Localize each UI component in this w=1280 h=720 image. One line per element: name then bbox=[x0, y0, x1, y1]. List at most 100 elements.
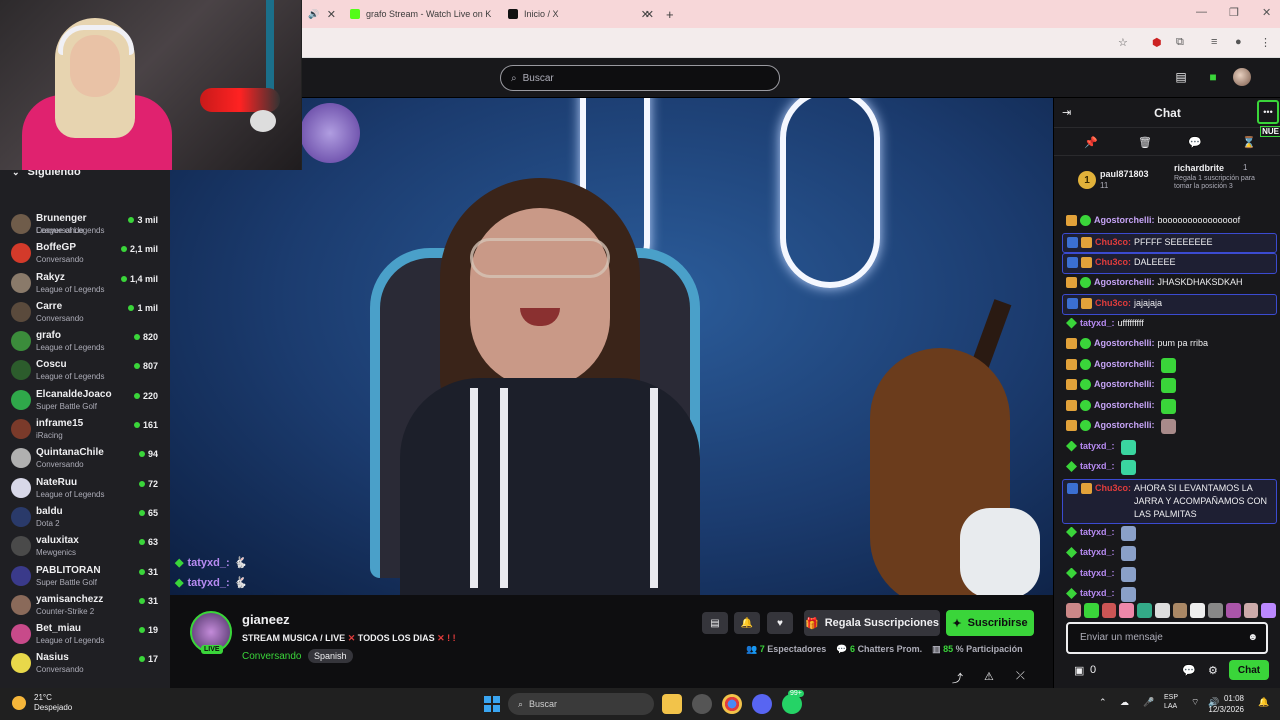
chat-username[interactable]: Chu3co: bbox=[1095, 236, 1131, 249]
whatsapp-icon[interactable] bbox=[782, 694, 802, 714]
leaderboard-user[interactable]: paul871803 bbox=[1100, 169, 1149, 179]
chat-username[interactable]: Agostorchelli: bbox=[1094, 214, 1155, 227]
sidebar-channel[interactable]: ElcanaldeJoaco Super Battle Golf 220 bbox=[0, 385, 170, 414]
new-tab-button[interactable]: + bbox=[666, 4, 674, 24]
chat-username[interactable]: Chu3co: bbox=[1095, 297, 1131, 310]
chat-bubble-icon[interactable]: 💬 bbox=[1188, 136, 1202, 149]
emote-icon[interactable] bbox=[1243, 603, 1259, 618]
chat-username[interactable]: Chu3co: bbox=[1095, 256, 1131, 269]
channel-name[interactable]: gianeez bbox=[242, 612, 290, 627]
sidebar-channel[interactable]: Coscu League of Legends 807 bbox=[0, 355, 170, 384]
chat-username[interactable]: tatyxd_: bbox=[1080, 526, 1115, 539]
video-player[interactable]: ◆ tatyxd_: 🐇 ◆ tatyxd_: 🐇 bbox=[170, 98, 1053, 595]
store-icon[interactable]: ▤ bbox=[1172, 68, 1190, 86]
onedrive-icon[interactable]: ☁ bbox=[1120, 697, 1129, 708]
emote-icon[interactable] bbox=[1261, 603, 1276, 618]
sidebar-channel[interactable]: QuintanaChile Conversando 94 bbox=[0, 443, 170, 472]
chat-more-button[interactable]: ••• bbox=[1257, 100, 1279, 124]
report-icon[interactable]: ⚠ bbox=[984, 670, 994, 683]
emote-icon[interactable] bbox=[1190, 603, 1205, 618]
pin-icon[interactable]: 📌 bbox=[1084, 136, 1098, 149]
share-icon[interactable]: ⤴ bbox=[952, 670, 963, 686]
gift-subs-button[interactable]: 🎁 Regala Suscripciones bbox=[804, 610, 940, 636]
language-indicator[interactable]: ESP LAA bbox=[1164, 693, 1178, 711]
tab-x[interactable]: Inicio / X ✕ bbox=[508, 4, 654, 24]
trash-icon[interactable]: 🗑 bbox=[1138, 136, 1152, 149]
wifi-icon[interactable]: ⌔ bbox=[1191, 697, 1199, 708]
points-icon[interactable]: ▣ bbox=[1074, 664, 1084, 677]
send-chat-button[interactable]: Chat bbox=[1229, 660, 1269, 680]
emote-icon[interactable] bbox=[1172, 603, 1188, 618]
media-icon[interactable]: ≡ bbox=[1211, 36, 1217, 48]
taskbar-search[interactable]: ⌕ Buscar bbox=[508, 693, 654, 715]
minimize-icon[interactable]: — bbox=[1196, 6, 1207, 18]
language-tag[interactable]: Spanish bbox=[308, 649, 353, 663]
chat-username[interactable]: Agostorchelli: bbox=[1094, 399, 1155, 412]
sidebar-channel[interactable]: Bet_miau League of Legends 19 bbox=[0, 619, 170, 648]
sidebar-channel[interactable]: NateRuu League of Legends 72 bbox=[0, 473, 170, 502]
sidebar-channel[interactable]: Rakyz League of Legends 1,4 mil bbox=[0, 268, 170, 297]
speaker-icon[interactable]: 🔊 bbox=[308, 9, 319, 20]
hourglass-icon[interactable]: ⌛ bbox=[1242, 136, 1256, 149]
sidebar-channel[interactable]: grafo League of Legends 820 bbox=[0, 326, 170, 355]
chevron-up-icon[interactable]: ⌃ bbox=[1099, 697, 1107, 708]
emote-icon[interactable] bbox=[1101, 603, 1117, 618]
sidebar-channel[interactable]: yamisanchezz Counter-Strike 2 31 bbox=[0, 590, 170, 619]
leaderboard-user-2[interactable]: richardbrite bbox=[1174, 163, 1224, 173]
puzzle-icon[interactable]: ⧉ bbox=[1176, 36, 1184, 49]
notification-button[interactable]: 🔔 bbox=[734, 612, 760, 634]
more-options-icon[interactable]: ⤫ bbox=[1016, 670, 1025, 683]
profile-icon[interactable]: ● bbox=[1235, 36, 1242, 48]
chat-username[interactable]: tatyxd_: bbox=[1080, 440, 1115, 453]
chat-username[interactable]: tatyxd_: bbox=[1080, 317, 1115, 330]
user-avatar[interactable] bbox=[1233, 68, 1251, 86]
sidebar-channel[interactable]: PABLITORAN Super Battle Golf 31 bbox=[0, 561, 170, 590]
chat-input[interactable]: Enviar un mensaje ☻ bbox=[1066, 622, 1268, 654]
extension-icon[interactable]: ⬢ bbox=[1152, 36, 1162, 49]
sidebar-channel[interactable]: Nasius Conversando 17 bbox=[0, 648, 170, 677]
chat-username[interactable]: Agostorchelli: bbox=[1094, 378, 1155, 391]
kick-logo-icon[interactable]: ■ bbox=[1204, 68, 1222, 86]
tab-audio[interactable]: 🔊 ✕ bbox=[308, 4, 338, 24]
sidebar-channel[interactable]: baldu Dota 2 65 bbox=[0, 502, 170, 531]
follow-button[interactable]: ♥ bbox=[767, 612, 793, 634]
chat-username[interactable]: tatyxd_: bbox=[1080, 587, 1115, 600]
chat-username[interactable]: tatyxd_: bbox=[1080, 460, 1115, 473]
steam-icon[interactable] bbox=[692, 694, 712, 714]
gear-icon[interactable]: ⚙ bbox=[1208, 664, 1218, 677]
emote-icon[interactable] bbox=[1137, 603, 1152, 618]
weather-widget[interactable]: 21°C Despejado bbox=[12, 693, 72, 713]
chat-username[interactable]: Agostorchelli: bbox=[1094, 276, 1155, 289]
emote-icon[interactable] bbox=[1225, 603, 1241, 618]
emote-icon[interactable] bbox=[1154, 603, 1170, 618]
category-link[interactable]: Conversando bbox=[242, 651, 301, 662]
emoji-icon[interactable]: ☻ bbox=[1247, 632, 1258, 643]
restore-icon[interactable]: ❐ bbox=[1229, 6, 1239, 19]
clip-button[interactable]: ▤ bbox=[702, 612, 728, 634]
subscribe-button[interactable]: ✦ Suscribirse bbox=[946, 610, 1034, 636]
file-explorer-icon[interactable] bbox=[662, 694, 682, 714]
sidebar-channel[interactable]: inframe15 iRacing 161 bbox=[0, 414, 170, 443]
notifications-icon[interactable]: 🔔 bbox=[1258, 697, 1269, 708]
discord-icon[interactable] bbox=[752, 694, 772, 714]
close-icon[interactable]: ✕ bbox=[645, 8, 654, 21]
search-input[interactable]: ⌕ Buscar bbox=[500, 65, 780, 91]
mic-icon[interactable]: 🎤 bbox=[1143, 697, 1154, 708]
start-button[interactable] bbox=[484, 696, 500, 712]
chat-username[interactable]: tatyxd_: bbox=[1080, 567, 1115, 580]
chat-username[interactable]: Agostorchelli: bbox=[1094, 419, 1155, 432]
menu-icon[interactable]: ⋮ bbox=[1260, 36, 1271, 49]
chat-username[interactable]: Agostorchelli: bbox=[1094, 358, 1155, 371]
emote-icon[interactable] bbox=[1066, 603, 1081, 618]
sidebar-channel[interactable]: Carre Conversando 1 mil bbox=[0, 297, 170, 326]
sidebar-channel[interactable]: Brunenger Conversando 3 mil bbox=[0, 209, 170, 238]
sidebar-channel[interactable]: BoffeGP Conversando 2,1 mil bbox=[0, 238, 170, 267]
sidebar-channel[interactable]: valuxitax Mewgenics 63 bbox=[0, 531, 170, 560]
chat-username[interactable]: Chu3co: bbox=[1095, 482, 1131, 495]
emote-icon[interactable] bbox=[1119, 603, 1134, 618]
emote-icon[interactable] bbox=[1208, 603, 1223, 618]
star-icon[interactable]: ☆ bbox=[1118, 36, 1128, 49]
close-window-icon[interactable]: ✕ bbox=[1262, 6, 1271, 19]
chat-bubble-icon[interactable]: 💬 bbox=[1182, 664, 1196, 677]
emote-icon[interactable] bbox=[1083, 603, 1099, 618]
